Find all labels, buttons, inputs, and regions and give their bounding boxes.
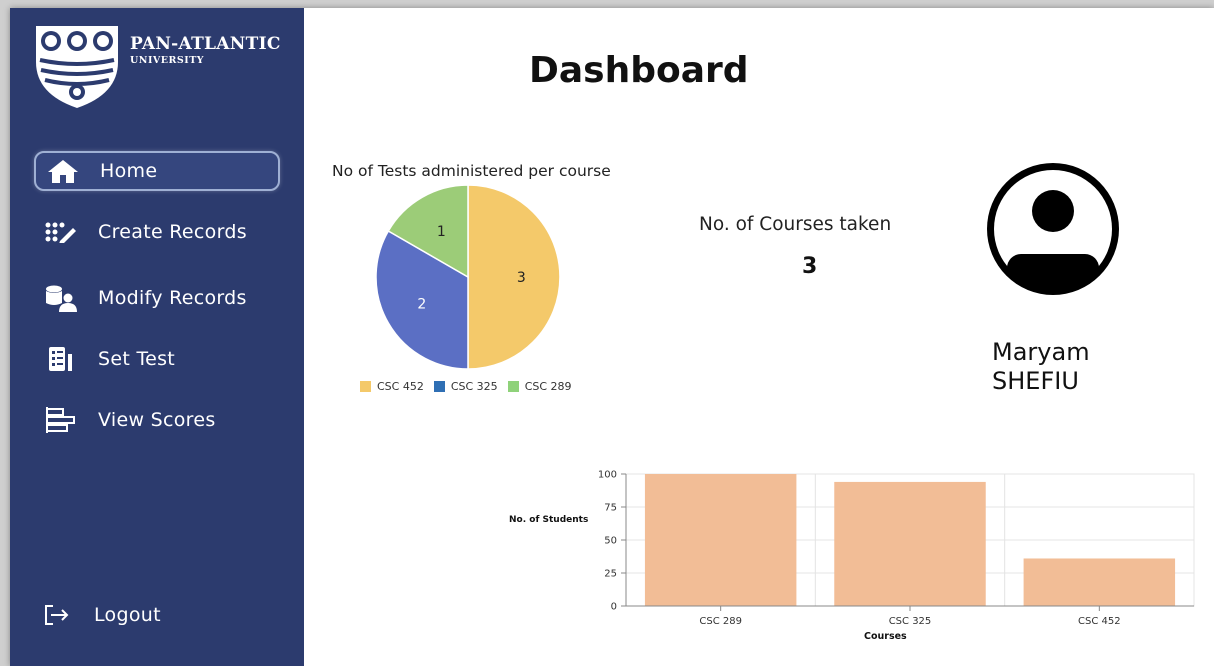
y-tick-label: 75 bbox=[604, 503, 617, 514]
sidebar-item-modify-records[interactable]: Modify Records bbox=[34, 278, 280, 318]
university-logo bbox=[32, 22, 122, 112]
logout-icon bbox=[40, 602, 74, 628]
bar-csc-452 bbox=[1023, 558, 1176, 606]
legend-entry: CSC 452 bbox=[360, 380, 424, 393]
bar-csc-325 bbox=[834, 481, 986, 606]
legend-swatch bbox=[360, 381, 371, 392]
view-scores-icon bbox=[44, 407, 78, 433]
logout-label: Logout bbox=[94, 604, 161, 626]
brand: PAN-ATLANTIC UNIVERSITY bbox=[130, 34, 281, 66]
y-tick-label: 25 bbox=[604, 569, 617, 580]
pie-chart-title: No of Tests administered per course bbox=[332, 162, 611, 180]
set-test-icon bbox=[44, 346, 78, 372]
legend-entry: CSC 289 bbox=[507, 380, 572, 393]
sidebar-item-label: Set Test bbox=[98, 348, 176, 370]
sidebar: PAN-ATLANTIC UNIVERSITY Home Create Reco… bbox=[10, 8, 304, 666]
sidebar-item-create-records[interactable]: Create Records bbox=[34, 212, 280, 252]
bar-chart: 0 25 50 75 100 CSC 289 CSC 325 CSC 452 bbox=[598, 470, 1195, 627]
pie-legend: CSC 452 CSC 325 CSC 289 bbox=[360, 380, 572, 393]
sidebar-item-label: View Scores bbox=[98, 409, 216, 431]
main-content: Dashboard No of Tests administered per c… bbox=[304, 8, 1214, 666]
legend-swatch bbox=[433, 381, 445, 392]
profile-name: Maryam SHEFIU bbox=[992, 338, 1090, 396]
y-tick-label: 0 bbox=[611, 602, 617, 613]
home-icon bbox=[46, 158, 80, 184]
y-tick-label: 50 bbox=[604, 536, 617, 547]
x-tick-label: CSC 452 bbox=[1078, 616, 1121, 627]
legend-label: CSC 325 bbox=[450, 380, 498, 393]
courses-taken-label: No. of Courses taken bbox=[699, 214, 892, 235]
legend-label: CSC 452 bbox=[377, 380, 424, 393]
x-tick-label: CSC 325 bbox=[889, 616, 932, 627]
brand-subtitle: UNIVERSITY bbox=[130, 55, 205, 66]
pie-chart: 3 2 1 bbox=[375, 184, 561, 370]
app-window: PAN-ATLANTIC UNIVERSITY Home Create Reco… bbox=[10, 8, 1214, 666]
bar-chart-xlabel: Courses bbox=[864, 631, 907, 642]
sidebar-item-view-scores[interactable]: View Scores bbox=[34, 400, 280, 440]
pie-data-label: 3 bbox=[517, 270, 526, 286]
profile-last-name: SHEFIU bbox=[992, 367, 1079, 395]
logout-button[interactable]: Logout bbox=[30, 595, 276, 635]
x-tick-label: CSC 289 bbox=[699, 616, 742, 627]
courses-taken-value: 3 bbox=[802, 254, 818, 279]
y-tick-label: 100 bbox=[598, 470, 617, 481]
pie-slice-csc-452 bbox=[467, 184, 561, 370]
profile-first-name: Maryam bbox=[992, 338, 1090, 366]
avatar bbox=[968, 158, 1138, 300]
pie-data-label: 2 bbox=[417, 297, 426, 313]
sidebar-item-home[interactable]: Home bbox=[34, 151, 280, 191]
sidebar-item-label: Home bbox=[100, 160, 158, 182]
legend-label: CSC 289 bbox=[524, 380, 572, 393]
brand-name: PAN-ATLANTIC bbox=[130, 34, 281, 54]
sidebar-item-label: Modify Records bbox=[98, 287, 247, 309]
create-records-icon bbox=[44, 219, 78, 245]
page-title: Dashboard bbox=[529, 50, 749, 91]
sidebar-item-set-test[interactable]: Set Test bbox=[34, 339, 280, 379]
legend-entry: CSC 325 bbox=[433, 380, 498, 393]
pie-data-label: 1 bbox=[437, 224, 446, 240]
modify-records-icon bbox=[44, 285, 78, 312]
sidebar-item-label: Create Records bbox=[98, 221, 247, 243]
bar-csc-289 bbox=[644, 474, 797, 606]
legend-swatch bbox=[507, 381, 519, 392]
